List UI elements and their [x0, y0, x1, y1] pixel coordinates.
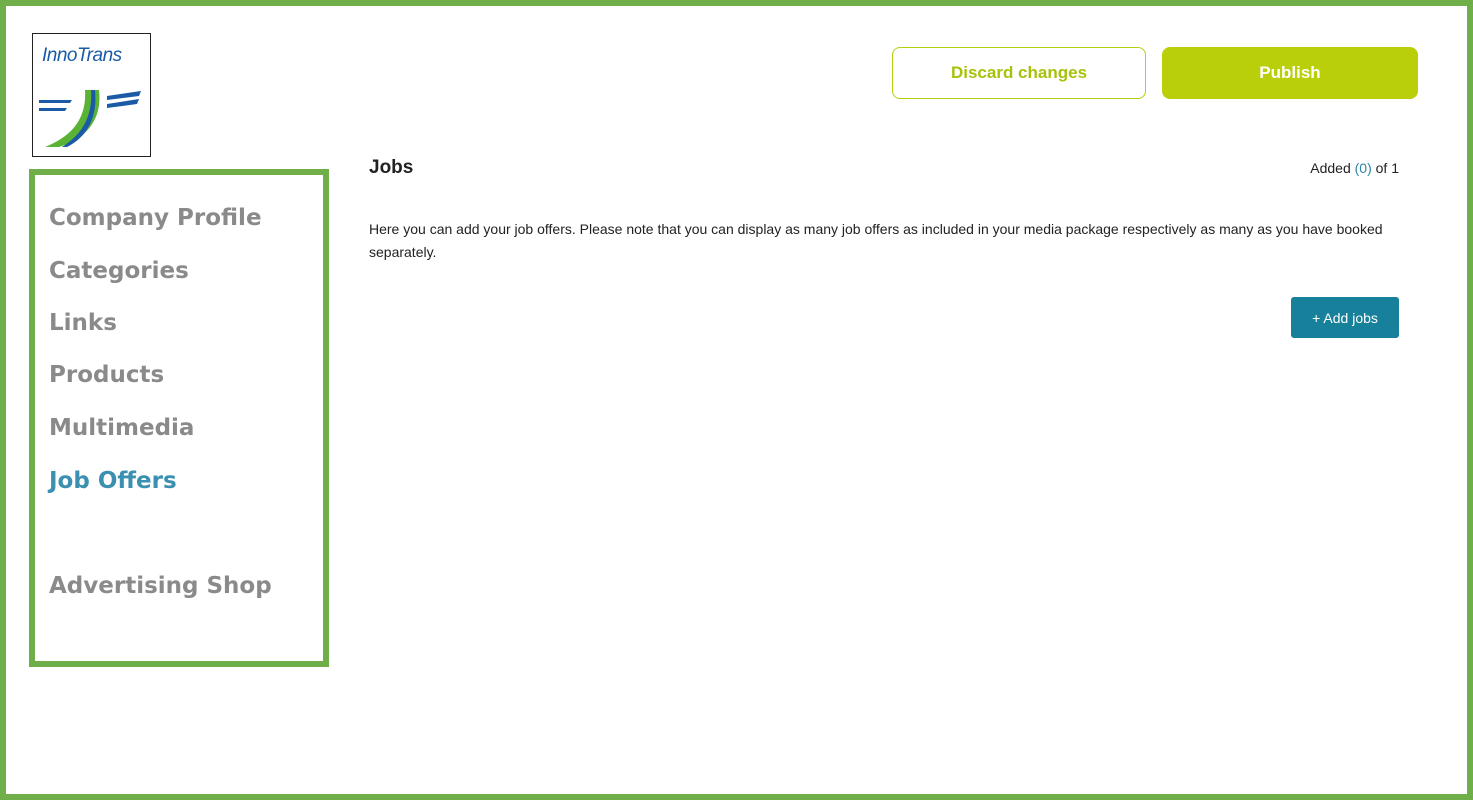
added-counter: Added (0) of 1 — [1310, 160, 1399, 176]
sidebar-nav: Company Profile Categories Links Product… — [29, 169, 329, 667]
logo-wordmark: InnoTrans — [42, 45, 122, 66]
page-title: Jobs — [369, 157, 414, 178]
publish-button[interactable]: Publish — [1162, 47, 1418, 99]
sidebar-item-multimedia[interactable]: Multimedia — [49, 415, 194, 441]
sidebar-item-products[interactable]: Products — [49, 362, 164, 388]
added-suffix: of 1 — [1371, 160, 1399, 176]
logo-track-icon — [39, 90, 141, 147]
innotrans-logo[interactable]: InnoTrans — [32, 33, 151, 157]
added-count: (0) — [1354, 160, 1372, 176]
jobs-description: Here you can add your job offers. Please… — [369, 221, 1383, 260]
discard-changes-button[interactable]: Discard changes — [892, 47, 1146, 99]
sidebar-item-advertising-shop[interactable]: Advertising Shop — [49, 573, 272, 599]
sidebar-item-job-offers[interactable]: Job Offers — [49, 468, 177, 494]
sidebar-item-company-profile[interactable]: Company Profile — [49, 205, 262, 231]
add-jobs-button[interactable]: + Add jobs — [1291, 297, 1399, 338]
added-prefix: Added — [1310, 160, 1355, 176]
sidebar-item-links[interactable]: Links — [49, 310, 117, 336]
sidebar-item-categories[interactable]: Categories — [49, 258, 189, 284]
